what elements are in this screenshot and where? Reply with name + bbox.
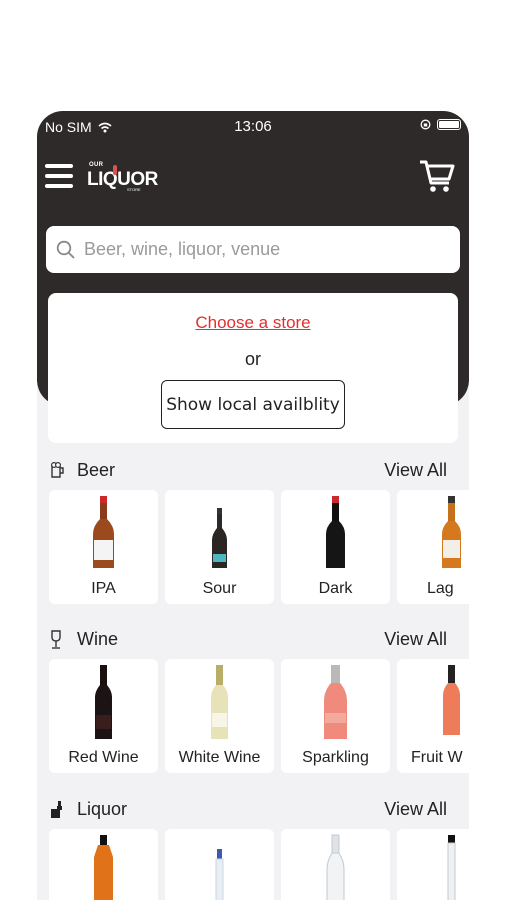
category-card-lager[interactable]: Lag (397, 490, 469, 604)
cart-button[interactable] (419, 159, 455, 198)
category-card-liquor-3[interactable] (281, 829, 390, 900)
black-beer-bottle (326, 496, 345, 568)
category-card-dark[interactable]: Dark (281, 490, 390, 604)
sparkling-wine-bottle (324, 665, 347, 739)
clock: 13:06 (234, 118, 272, 135)
app-screen: No SIM 13:06 OUR LIQUOR STORE Beer, wine… (37, 111, 469, 900)
category-card-liquor-2[interactable] (165, 829, 274, 900)
or-label: or (244, 349, 261, 369)
product-row-wine[interactable]: Red Wine White Wine Sparkling Fruit W (49, 659, 469, 775)
product-row-beer[interactable]: IPA Sour Dark Lag (49, 490, 469, 606)
view-all-beer-link[interactable]: View All (384, 460, 447, 481)
section-title: Liquor (77, 799, 128, 819)
vodka-bottle (215, 849, 224, 900)
choose-store-link[interactable]: Choose a store (48, 313, 458, 333)
amber-beer-bottle (442, 496, 461, 568)
status-right (420, 119, 461, 130)
search-icon (56, 240, 75, 259)
category-label: IPA (91, 580, 116, 597)
logo-top-text: OUR (89, 162, 104, 168)
category-card-sour[interactable]: Sour (165, 490, 274, 604)
section-title: Beer (77, 460, 116, 480)
section-title: Wine (77, 629, 119, 649)
category-label: Red Wine (68, 749, 139, 766)
gin-bottle (447, 835, 456, 900)
category-card-red-wine[interactable]: Red Wine (49, 659, 158, 773)
store-selector-card: Choose a store or Show local availblity (48, 293, 458, 443)
show-local-availability-button[interactable]: Show local availblity (161, 380, 345, 429)
product-row-liquor[interactable] (49, 829, 469, 900)
category-card-ipa[interactable]: IPA (49, 490, 158, 604)
category-label: Sour (202, 580, 237, 597)
white-wine-bottle (211, 665, 228, 739)
orientation-lock-icon (420, 119, 431, 130)
category-label: White Wine (178, 749, 261, 766)
wine-glass-icon (51, 630, 61, 649)
logo-accent (113, 165, 117, 175)
category-card-fruit-wine[interactable]: Fruit W (397, 659, 469, 773)
section-header-liquor: Liquor View All (49, 797, 447, 823)
status-bar: No SIM 13:06 (37, 117, 469, 139)
brown-beer-bottle (93, 496, 114, 568)
red-wine-bottle (95, 665, 112, 739)
view-all-wine-link[interactable]: View All (384, 629, 447, 650)
store-logo[interactable]: OUR LIQUOR STORE (87, 162, 158, 194)
clear-spirit-bottle (326, 834, 345, 900)
search-placeholder: Beer, wine, liquor, venue (84, 239, 281, 259)
whiskey-bottle (94, 835, 113, 900)
category-card-liquor-4[interactable] (397, 829, 469, 900)
shopping-cart-icon (420, 160, 455, 192)
category-card-white-wine[interactable]: White Wine (165, 659, 274, 773)
search-bar[interactable]: Beer, wine, liquor, venue (46, 226, 460, 273)
category-label: Dark (318, 580, 353, 597)
category-label: Lag (427, 580, 454, 597)
menu-button[interactable] (45, 164, 73, 190)
category-label: Fruit W (411, 749, 463, 766)
logo-bottom-text: STORE (127, 187, 141, 192)
category-label: Sparkling (302, 749, 369, 766)
category-card-liquor-1[interactable] (49, 829, 158, 900)
fruit-wine-bottle (443, 665, 460, 735)
beer-glass-icon (50, 461, 64, 478)
section-header-beer: Beer View All (49, 458, 447, 484)
battery-icon (437, 119, 461, 130)
category-card-sparkling[interactable]: Sparkling (281, 659, 390, 773)
section-header-wine: Wine View All (49, 627, 447, 653)
view-all-liquor-link[interactable]: View All (384, 799, 447, 820)
liquor-icon (51, 801, 62, 818)
logo-main-text: LIQUOR (87, 169, 158, 190)
small-dark-beer-bottle (212, 508, 227, 568)
